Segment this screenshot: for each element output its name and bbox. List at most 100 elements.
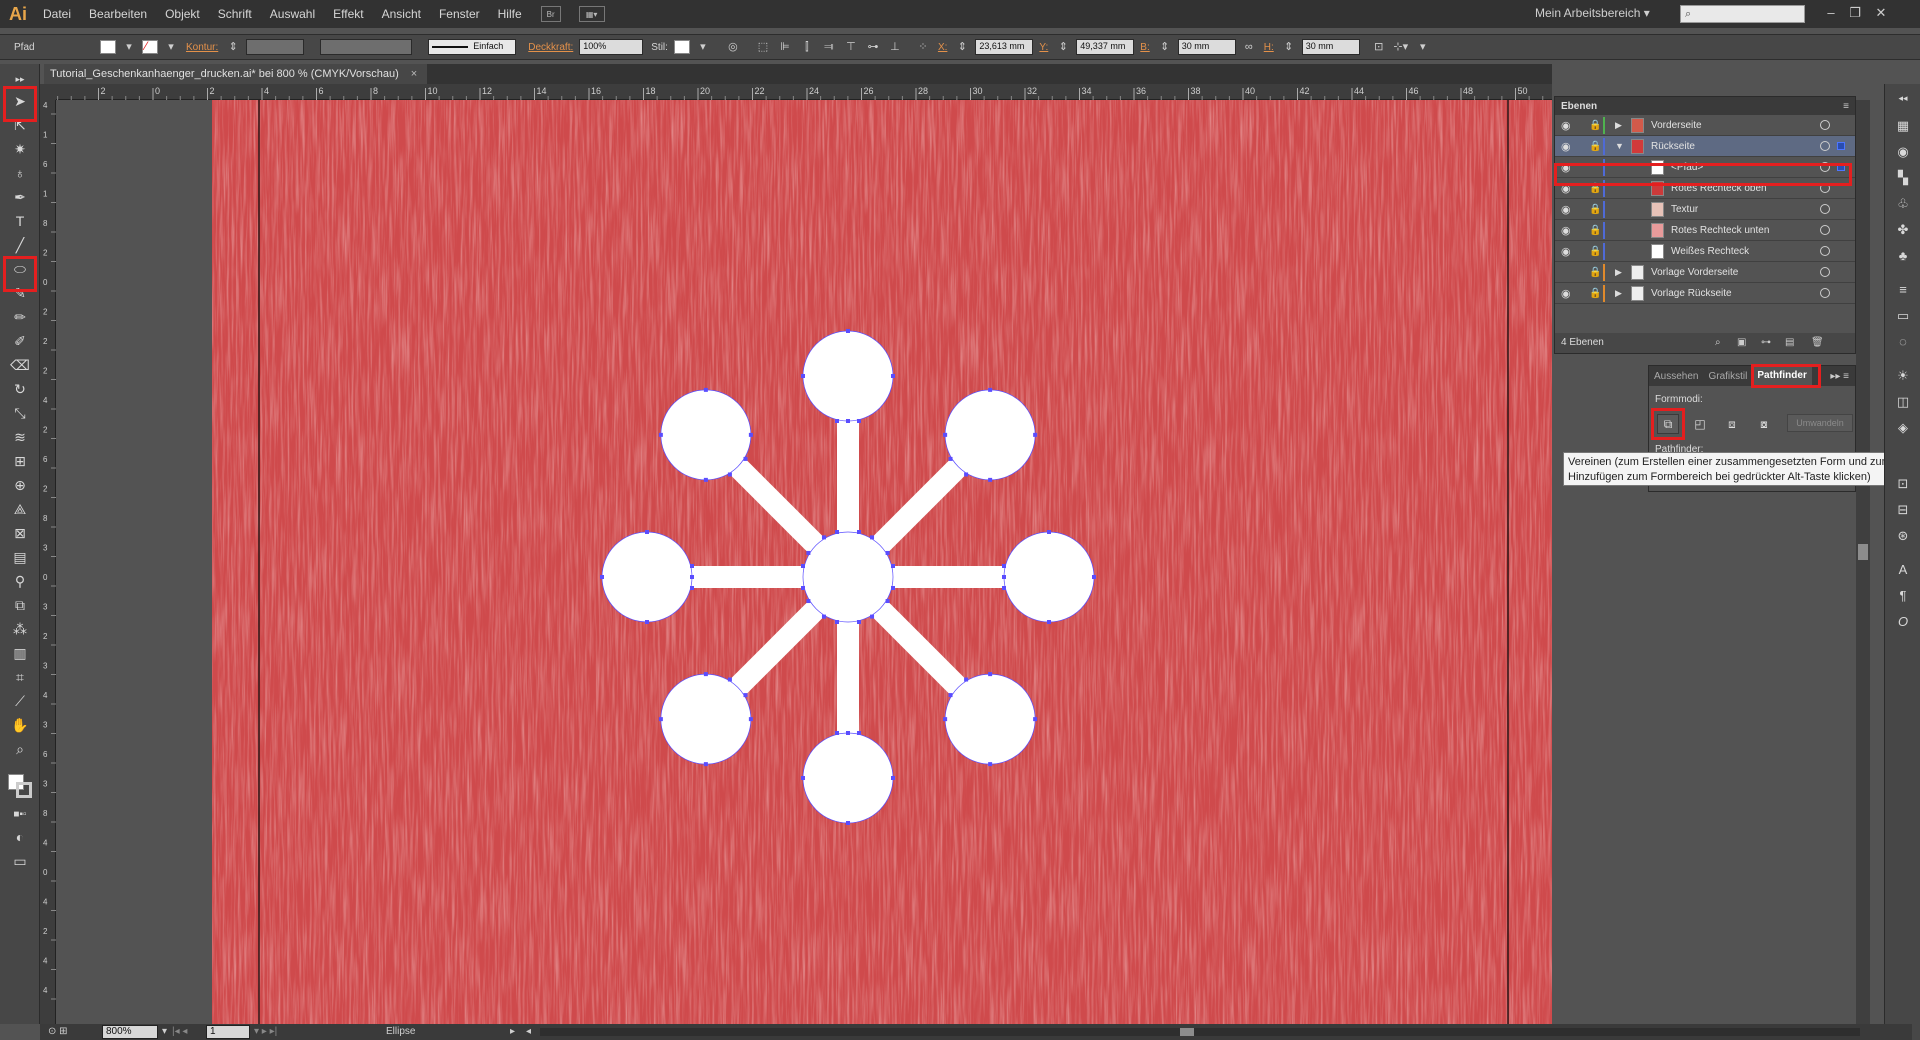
symbol-sprayer-tool-icon[interactable]: ⁂	[8, 618, 32, 640]
layers-panel-icon[interactable]: ◈	[1893, 418, 1913, 438]
paragraph-icon[interactable]: ¶	[1893, 586, 1913, 606]
perspective-grid-tool-icon[interactable]: ⟁	[8, 498, 32, 520]
anchor-point[interactable]	[801, 586, 805, 590]
menu-auswahl[interactable]: Auswahl	[261, 0, 324, 28]
new-layer-icon[interactable]: ▤	[1785, 333, 1794, 353]
anchor-point[interactable]	[857, 620, 861, 624]
anchor-point[interactable]	[703, 672, 708, 677]
opacity-label[interactable]: Deckkraft:	[528, 42, 573, 53]
anchor-point[interactable]	[885, 599, 890, 604]
chevron-down-icon[interactable]: ▾	[162, 1026, 167, 1037]
collapsed-arrow-icon[interactable]: ▶	[1615, 288, 1622, 299]
anchor-point[interactable]	[891, 776, 895, 780]
lock-icon[interactable]: 🔒	[1589, 288, 1601, 299]
anchor-point[interactable]	[645, 620, 649, 624]
align-top-icon[interactable]: ⊤	[842, 39, 860, 55]
pencil-tool-icon[interactable]: ✏	[8, 306, 32, 328]
ruler-origin[interactable]	[40, 84, 56, 100]
horizontal-ruler[interactable]: 4202468101214161820222426283032343638404…	[56, 84, 1552, 100]
swatches-icon[interactable]: ▚	[1893, 168, 1913, 188]
artboard-number-field[interactable]: 1	[206, 1025, 250, 1039]
status-menu-icon[interactable]: ▸	[510, 1026, 515, 1037]
expanded-arrow-icon[interactable]: ▼	[1615, 141, 1624, 151]
canvas-area[interactable]	[56, 100, 1552, 1024]
trash-icon[interactable]: 🗑	[1811, 333, 1824, 353]
isolate-icon[interactable]: ⊹▾	[1392, 39, 1410, 55]
visibility-eye-icon[interactable]: ◉	[1561, 245, 1571, 258]
minimize-icon[interactable]: –	[1822, 4, 1840, 22]
opentype-icon[interactable]: O	[1893, 612, 1913, 632]
zoom-field[interactable]: 800%	[102, 1025, 158, 1039]
graphic-styles-icon[interactable]: ◫	[1893, 392, 1913, 412]
visibility-eye-icon[interactable]: ◉	[1561, 119, 1571, 132]
artboard-tool-icon[interactable]: ⌗	[8, 666, 32, 688]
lock-icon[interactable]: 🔒	[1589, 267, 1601, 278]
scale-tool-icon[interactable]: ⤡	[8, 402, 32, 424]
anchor-point[interactable]	[1047, 620, 1051, 624]
panel-menu-icon[interactable]: ▾	[1414, 39, 1432, 55]
warp-tool-icon[interactable]: ≋	[8, 426, 32, 448]
menu-objekt[interactable]: Objekt	[156, 0, 209, 28]
anchor-point[interactable]	[948, 693, 953, 698]
visibility-eye-icon[interactable]: ◉	[1561, 140, 1571, 153]
layer-row[interactable]: 🔒 ▶ Vorlage Vorderseite	[1555, 262, 1855, 283]
anchor-point[interactable]	[988, 762, 993, 767]
anchor-point[interactable]	[835, 731, 839, 735]
anchor-point[interactable]	[857, 419, 861, 423]
y-label[interactable]: Y:	[1039, 42, 1048, 53]
menu-hilfe[interactable]: Hilfe	[489, 0, 531, 28]
anchor-point[interactable]	[806, 599, 811, 604]
target-circle-icon[interactable]	[1820, 288, 1830, 298]
anchor-point[interactable]	[801, 564, 805, 568]
anchor-point[interactable]	[964, 677, 969, 682]
anchor-point[interactable]	[743, 693, 748, 698]
free-transform-tool-icon[interactable]: ⊞	[8, 450, 32, 472]
close-tab-icon[interactable]: ×	[411, 68, 417, 80]
height-field[interactable]: 30 mm	[1301, 39, 1360, 55]
scrollbar-thumb[interactable]	[1858, 544, 1868, 560]
anchor-point[interactable]	[658, 432, 663, 437]
anchor-point[interactable]	[801, 776, 805, 780]
width-field[interactable]: 30 mm	[1177, 39, 1236, 55]
zoom-tool-icon[interactable]: ⌕	[8, 738, 32, 760]
exclude-button[interactable]: ⧇	[1753, 414, 1775, 434]
anchor-point[interactable]	[1033, 717, 1038, 722]
layer-row[interactable]: ◉ 🔒 ▶ Vorderseite	[1555, 115, 1855, 136]
y-position-field[interactable]: 49,337 mm	[1076, 39, 1135, 55]
anchor-point[interactable]	[1002, 586, 1006, 590]
x-label[interactable]: X:	[938, 42, 947, 53]
anchor-point[interactable]	[806, 550, 811, 555]
anchor-point[interactable]	[1002, 575, 1006, 579]
stroke-style-dropdown[interactable]: Einfach	[428, 39, 517, 55]
page-next-icons[interactable]: ▾ ▸ ▸|	[254, 1026, 277, 1037]
slice-tool-icon[interactable]: ⟋	[8, 690, 32, 712]
menu-fenster[interactable]: Fenster	[430, 0, 489, 28]
tab-grafikstil[interactable]: Grafikstil	[1703, 371, 1752, 382]
visibility-eye-icon[interactable]: ◉	[1561, 224, 1571, 237]
layer-row[interactable]: ◉ 🔒 Weißes Rechteck	[1555, 241, 1855, 262]
artboard[interactable]	[212, 100, 1552, 1024]
anchor-point[interactable]	[988, 387, 993, 392]
lasso-tool-icon[interactable]: ♁	[8, 162, 32, 184]
align-middle-icon[interactable]: ⊶	[864, 39, 882, 55]
layer-row[interactable]: ◉ 🔒 ▼ Rückseite	[1555, 136, 1855, 157]
stroke-panel-icon[interactable]: ≡	[1893, 280, 1913, 300]
anchor-point[interactable]	[600, 575, 604, 579]
panel-menu-icon[interactable]: ▸▸ ≡	[1830, 371, 1849, 382]
anchor-point[interactable]	[835, 530, 839, 534]
arrange-documents-icon[interactable]: ▦▾	[578, 6, 605, 22]
bridge-button[interactable]: Br	[540, 6, 561, 22]
anchor-point[interactable]	[885, 550, 890, 555]
anchor-point[interactable]	[748, 432, 753, 437]
page-prev-icons[interactable]: |◂ ◂	[172, 1026, 187, 1037]
anchor-point[interactable]	[727, 472, 732, 477]
scroll-left-icon[interactable]: ◂	[526, 1026, 531, 1037]
document-tab[interactable]: Tutorial_Geschenkanhaenger_drucken.ai* b…	[44, 64, 428, 84]
stepper-icon[interactable]: ⇕	[1156, 39, 1174, 55]
shape-builder-tool-icon[interactable]: ⊕	[8, 474, 32, 496]
link-proportions-icon[interactable]: ∞	[1240, 39, 1258, 55]
intersect-button[interactable]: ⧈	[1721, 414, 1743, 434]
mesh-tool-icon[interactable]: ⊠	[8, 522, 32, 544]
x-position-field[interactable]: 23,613 mm	[975, 39, 1034, 55]
anchor-point[interactable]	[703, 387, 708, 392]
